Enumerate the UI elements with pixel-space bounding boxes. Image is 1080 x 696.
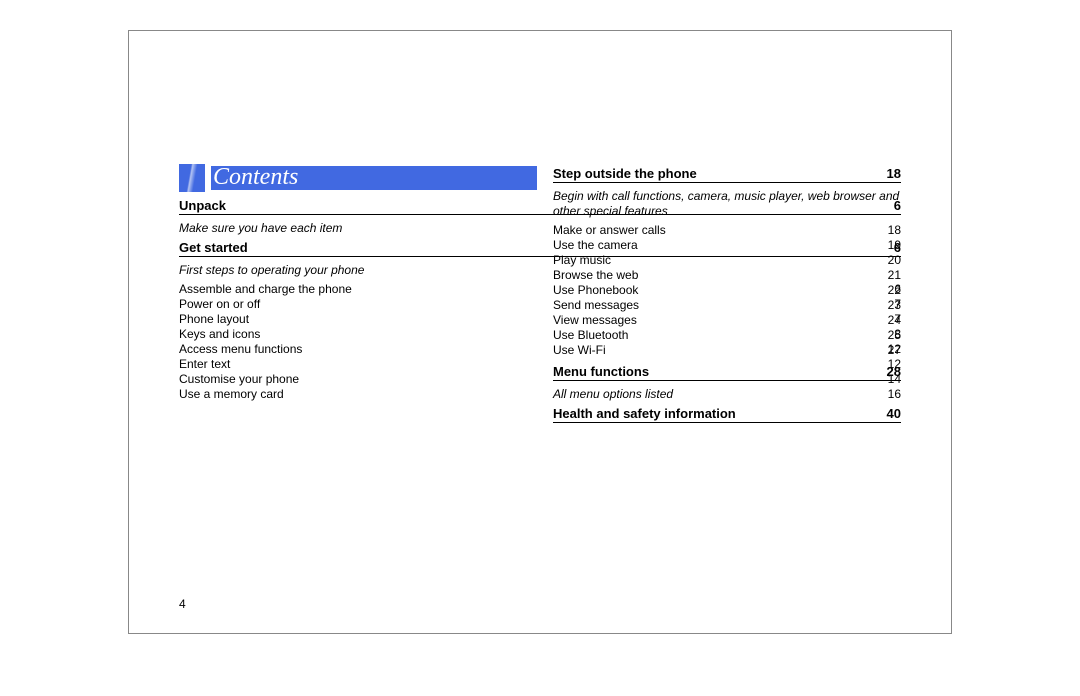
toc-page: 27: [879, 343, 901, 358]
toc-label: Play music: [553, 253, 611, 268]
toc-row: Play music 20: [553, 253, 901, 268]
section-header: Menu functions 28: [553, 364, 901, 381]
toc-label: Use a memory card: [179, 387, 284, 402]
toc-row: Make or answer calls 18: [553, 223, 901, 238]
page-number: 4: [179, 597, 186, 611]
toc-row: Use Bluetooth 25: [553, 328, 901, 343]
header-accent-icon: [179, 164, 205, 192]
toc-label: Use Bluetooth: [553, 328, 628, 343]
toc-page: 18: [879, 223, 901, 238]
toc-row: Send messages 23: [553, 298, 901, 313]
section-subtitle: Begin with call functions, camera, music…: [553, 189, 901, 219]
toc-label: Phone layout: [179, 312, 249, 327]
toc-label: Access menu functions: [179, 342, 302, 357]
toc-row: Browse the web 21: [553, 268, 901, 283]
manual-page: Contents Unpack6Make sure you have each …: [128, 30, 952, 634]
toc-row: View messages 24: [553, 313, 901, 328]
toc-list: Make or answer calls18Use the camera19Pl…: [553, 223, 901, 358]
header-bar: Contents: [211, 166, 537, 190]
section-header: Health and safety information 40: [553, 406, 901, 423]
toc-label: Customise your phone: [179, 372, 299, 387]
section-heading-label: Health and safety information: [553, 406, 736, 421]
toc-row: Use the camera 19: [553, 238, 901, 253]
toc-page: 19: [879, 238, 901, 253]
toc-page: 25: [879, 328, 901, 343]
section-heading-page: 18: [887, 166, 901, 181]
toc-label: Keys and icons: [179, 327, 260, 342]
toc-label: Browse the web: [553, 268, 638, 283]
section-header: Step outside the phone 18: [553, 166, 901, 183]
section-heading-label: Step outside the phone: [553, 166, 697, 181]
toc-label: Use the camera: [553, 238, 638, 253]
section-heading-page: 28: [887, 364, 901, 379]
toc-page: 24: [879, 313, 901, 328]
contents-title: Contents: [213, 165, 298, 189]
section-heading-page: 40: [887, 406, 901, 421]
section-heading-label: Unpack: [179, 198, 226, 213]
contents-header: Contents: [179, 164, 537, 192]
right-column: Step outside the phone 18 Begin with call …: [553, 166, 901, 423]
toc-label: Assemble and charge the phone: [179, 282, 352, 297]
section-subtitle: All menu options listed: [553, 387, 901, 402]
toc-row: Use Wi-Fi 27: [553, 343, 901, 358]
toc-label: Enter text: [179, 357, 230, 372]
toc-label: Use Wi-Fi: [553, 343, 606, 358]
toc-page: 23: [879, 298, 901, 313]
toc-row: Use Phonebook 22: [553, 283, 901, 298]
section-heading-label: Get started: [179, 240, 248, 255]
toc-page: 21: [879, 268, 901, 283]
toc-label: Send messages: [553, 298, 639, 313]
toc-page: 22: [879, 283, 901, 298]
toc-label: View messages: [553, 313, 637, 328]
toc-label: Use Phonebook: [553, 283, 638, 298]
section-heading-label: Menu functions: [553, 364, 649, 379]
toc-label: Make or answer calls: [553, 223, 666, 238]
toc-page: 20: [879, 253, 901, 268]
toc-label: Power on or off: [179, 297, 260, 312]
